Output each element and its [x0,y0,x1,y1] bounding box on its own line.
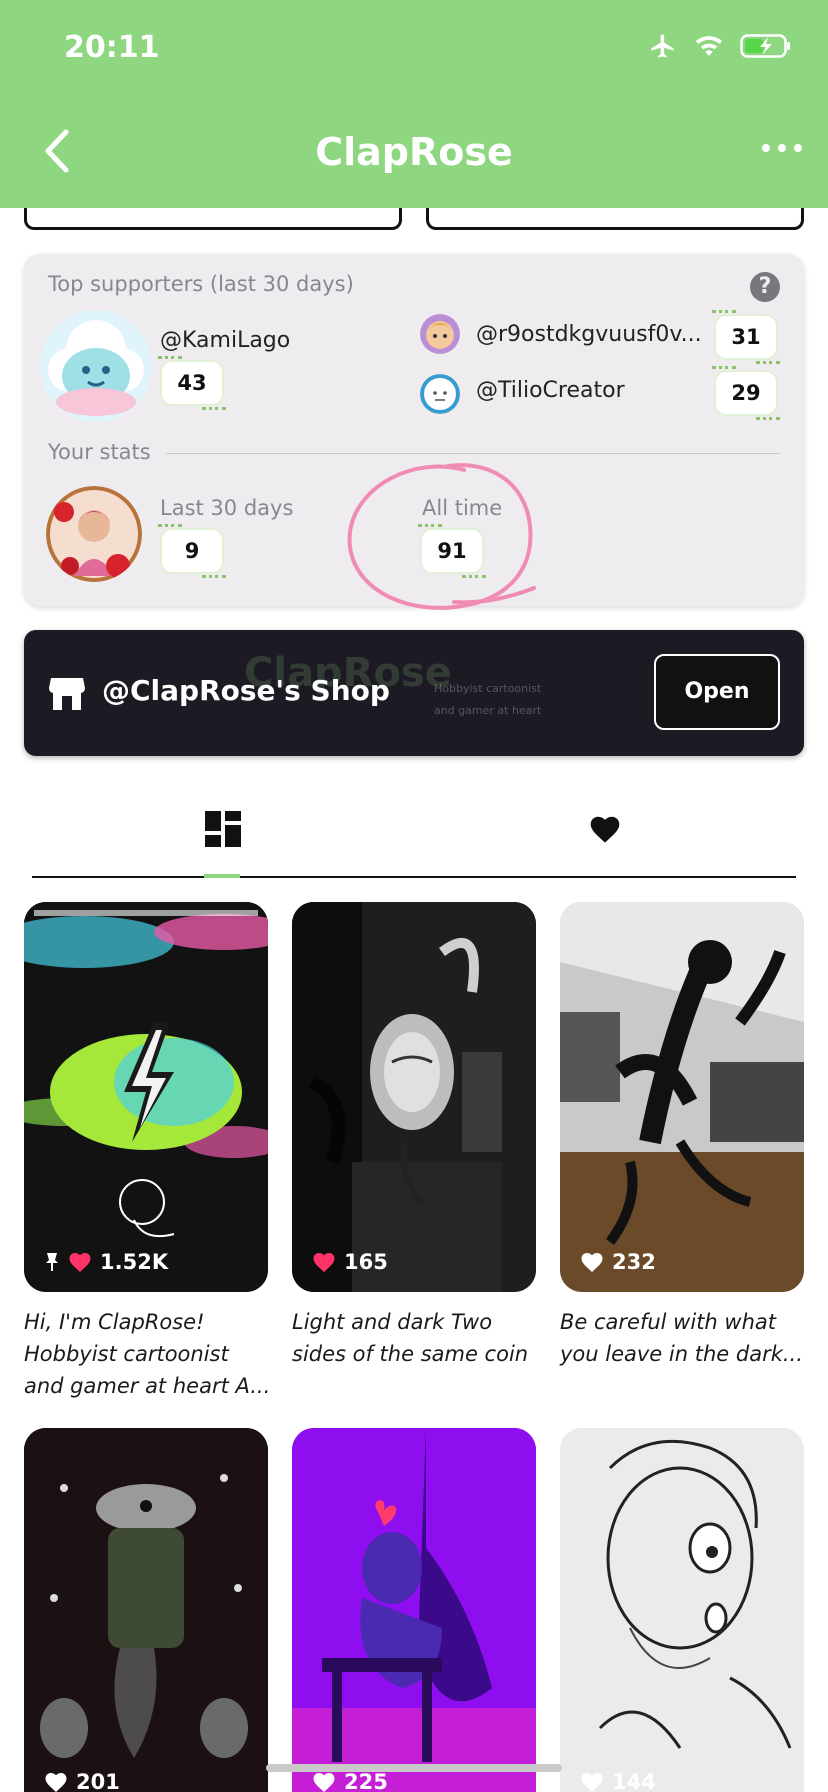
shop-name: @ClapRose's Shop [102,674,390,707]
post-image [560,902,804,1292]
post-image [292,1428,536,1792]
post-tile[interactable]: 232 [560,902,804,1292]
app-header: 20:11 ClapRose [0,0,828,208]
heart-filled-icon [581,1253,603,1272]
like-count: 232 [612,1250,656,1274]
post-image [292,902,536,1292]
heart-filled-icon [45,1773,67,1792]
pin-icon [46,1253,58,1271]
post-image [24,1428,268,1792]
help-icon[interactable]: ? [750,272,780,302]
post-tile[interactable]: 144 [560,1428,804,1792]
open-shop-button[interactable]: Open [654,654,780,730]
supporter-count: 29 [712,366,780,420]
status-icons [648,32,792,60]
status-time: 20:11 [64,30,160,65]
my-avatar[interactable] [46,486,142,582]
heart-filled-icon [581,1773,603,1792]
post-stats: 1.52K [44,1250,168,1274]
post-stats: 165 [312,1250,388,1274]
supporter-handle[interactable]: @TilioCreator [476,378,625,403]
shop-icon [49,678,85,710]
like-count: 201 [76,1770,120,1792]
post-tile[interactable]: 201 [24,1428,268,1792]
tab-posts[interactable] [32,780,414,878]
post-image [560,1428,804,1792]
post-tile[interactable]: 1.52K [24,902,268,1292]
active-tab-indicator [204,874,240,878]
post-tile[interactable]: 225 [292,1428,536,1792]
like-count: 144 [612,1770,656,1792]
dashboard-icon [205,811,241,847]
post-stats: 201 [44,1770,120,1792]
more-options-icon[interactable] [762,144,802,152]
heart-filled-icon [313,1773,335,1792]
supporter-handle[interactable]: @r9ostdkgvuusf0v... [476,322,702,347]
page-title: ClapRose [315,130,513,174]
profile-tabs [32,780,796,878]
like-count: 225 [344,1770,388,1792]
post-caption[interactable]: Be careful with what you leave in the da… [560,1306,810,1370]
home-indicator[interactable] [266,1764,562,1772]
post-caption[interactable]: Hi, I'm ClapRose! Hobbyist cartoonist an… [24,1306,274,1402]
last30-label: Last 30 days [160,496,294,520]
battery-charging-icon [740,34,790,58]
supporters-heading: Top supporters (last 30 days) [48,272,354,296]
last30-value: 9 [158,524,226,578]
shop-banner[interactable]: ClapRose Hobbyist cartoonist and gamer at… [24,630,804,756]
like-count: 1.52K [100,1250,169,1274]
top-supporter-handle[interactable]: @KamiLago [160,328,290,353]
post-image [24,902,268,1292]
top-supporter-count: 43 [158,356,226,410]
shop-bg-tagline: Hobbyist cartoonist and gamer at heart [434,682,542,717]
post-stats: 144 [580,1770,656,1792]
heart-icon [590,816,620,843]
post-stats: 232 [580,1250,656,1274]
supporter-avatar[interactable] [420,314,460,354]
divider [166,453,780,454]
heart-filled-icon [69,1253,91,1272]
tab-likes[interactable] [414,780,796,878]
wifi-icon [695,36,723,56]
annotation-circle [347,463,536,610]
post-stats: 225 [312,1770,388,1792]
post-tile[interactable]: 165 [292,902,536,1292]
stats-heading: Your stats [48,440,151,464]
heart-filled-icon [313,1253,335,1272]
supporter-avatar[interactable] [420,374,460,414]
airplane-icon [651,34,674,58]
supporter-count: 31 [712,310,780,364]
like-count: 165 [344,1250,388,1274]
top-supporter-avatar[interactable] [40,310,152,422]
post-caption[interactable]: Light and dark Two sides of the same coi… [292,1306,542,1370]
